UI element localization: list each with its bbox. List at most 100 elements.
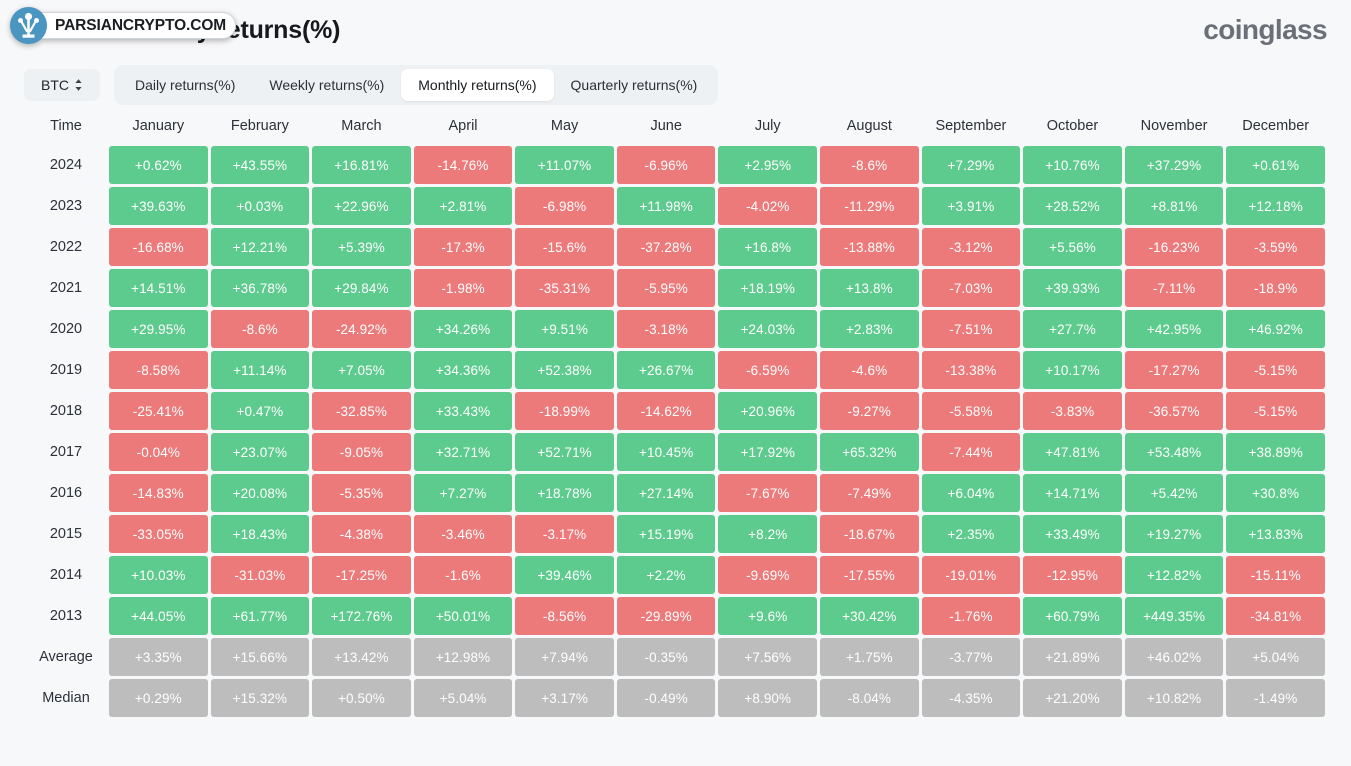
return-cell[interactable]: +5.04% [413, 679, 513, 717]
return-cell[interactable]: +27.14% [616, 474, 716, 512]
return-cell[interactable]: -7.67% [718, 474, 818, 512]
return-cell[interactable]: +12.82% [1124, 556, 1224, 594]
return-cell[interactable]: -6.59% [718, 351, 818, 389]
return-cell[interactable]: -3.59% [1226, 228, 1325, 266]
return-cell[interactable]: -32.85% [312, 392, 411, 430]
return-cell[interactable]: +2.35% [921, 515, 1021, 553]
return-cell[interactable]: +33.43% [413, 392, 513, 430]
return-cell[interactable]: +13.8% [820, 269, 919, 307]
return-cell[interactable]: -7.03% [921, 269, 1021, 307]
return-cell[interactable]: +10.45% [616, 433, 716, 471]
return-cell[interactable]: +7.05% [312, 351, 411, 389]
return-cell[interactable]: -6.98% [515, 187, 614, 225]
return-cell[interactable]: +11.14% [210, 351, 310, 389]
return-cell[interactable]: -14.83% [109, 474, 208, 512]
return-cell[interactable]: +6.04% [921, 474, 1021, 512]
return-cell[interactable]: -17.27% [1124, 351, 1224, 389]
return-cell[interactable]: -9.27% [820, 392, 919, 430]
return-cell[interactable]: -29.89% [616, 597, 716, 635]
return-cell[interactable]: +34.26% [413, 310, 513, 348]
tab-monthly-returns[interactable]: Monthly returns(%) [401, 69, 554, 101]
return-cell[interactable]: -14.76% [413, 146, 513, 184]
return-cell[interactable]: +20.96% [718, 392, 818, 430]
return-cell[interactable]: +7.56% [718, 638, 818, 676]
return-cell[interactable]: -25.41% [109, 392, 208, 430]
return-cell[interactable]: +46.92% [1226, 310, 1325, 348]
return-cell[interactable]: +5.42% [1124, 474, 1224, 512]
return-cell[interactable]: -13.88% [820, 228, 919, 266]
return-cell[interactable]: +9.6% [718, 597, 818, 635]
return-cell[interactable]: -0.35% [616, 638, 716, 676]
return-cell[interactable]: -5.58% [921, 392, 1021, 430]
return-cell[interactable]: +22.96% [312, 187, 411, 225]
return-cell[interactable]: -3.83% [1023, 392, 1122, 430]
return-cell[interactable]: +18.78% [515, 474, 614, 512]
return-cell[interactable]: +17.92% [718, 433, 818, 471]
return-cell[interactable]: +42.95% [1124, 310, 1224, 348]
return-cell[interactable]: +19.27% [1124, 515, 1224, 553]
tab-quarterly-returns[interactable]: Quarterly returns(%) [554, 69, 715, 101]
return-cell[interactable]: +27.7% [1023, 310, 1122, 348]
return-cell[interactable]: +16.8% [718, 228, 818, 266]
return-cell[interactable]: -18.67% [820, 515, 919, 553]
return-cell[interactable]: +47.81% [1023, 433, 1122, 471]
return-cell[interactable]: +2.2% [616, 556, 716, 594]
return-cell[interactable]: -9.05% [312, 433, 411, 471]
return-cell[interactable]: -11.29% [820, 187, 919, 225]
return-cell[interactable]: -3.77% [921, 638, 1021, 676]
return-cell[interactable]: -3.17% [515, 515, 614, 553]
return-cell[interactable]: +23.07% [210, 433, 310, 471]
return-cell[interactable]: -35.31% [515, 269, 614, 307]
return-cell[interactable]: -7.44% [921, 433, 1021, 471]
return-cell[interactable]: -1.76% [921, 597, 1021, 635]
return-cell[interactable]: +0.03% [210, 187, 310, 225]
return-cell[interactable]: +172.76% [312, 597, 411, 635]
return-cell[interactable]: +2.83% [820, 310, 919, 348]
return-cell[interactable]: +0.50% [312, 679, 411, 717]
return-cell[interactable]: +12.98% [413, 638, 513, 676]
return-cell[interactable]: +21.89% [1023, 638, 1122, 676]
return-cell[interactable]: +0.29% [109, 679, 208, 717]
return-cell[interactable]: -16.68% [109, 228, 208, 266]
return-cell[interactable]: +7.94% [515, 638, 614, 676]
return-cell[interactable]: -4.35% [921, 679, 1021, 717]
return-cell[interactable]: +3.91% [921, 187, 1021, 225]
return-cell[interactable]: +5.04% [1226, 638, 1325, 676]
return-cell[interactable]: +20.08% [210, 474, 310, 512]
return-cell[interactable]: -17.25% [312, 556, 411, 594]
return-cell[interactable]: +7.29% [921, 146, 1021, 184]
return-cell[interactable]: +12.18% [1226, 187, 1325, 225]
return-cell[interactable]: +449.35% [1124, 597, 1224, 635]
return-cell[interactable]: -18.99% [515, 392, 614, 430]
return-cell[interactable]: +46.02% [1124, 638, 1224, 676]
return-cell[interactable]: -36.57% [1124, 392, 1224, 430]
return-cell[interactable]: +29.84% [312, 269, 411, 307]
return-cell[interactable]: +39.46% [515, 556, 614, 594]
return-cell[interactable]: +10.76% [1023, 146, 1122, 184]
return-cell[interactable]: -1.49% [1226, 679, 1325, 717]
return-cell[interactable]: +15.32% [210, 679, 310, 717]
return-cell[interactable]: +61.77% [210, 597, 310, 635]
return-cell[interactable]: -19.01% [921, 556, 1021, 594]
return-cell[interactable]: -1.98% [413, 269, 513, 307]
return-cell[interactable]: -0.04% [109, 433, 208, 471]
return-cell[interactable]: +10.82% [1124, 679, 1224, 717]
return-cell[interactable]: -8.6% [820, 146, 919, 184]
return-cell[interactable]: +9.51% [515, 310, 614, 348]
return-cell[interactable]: +11.07% [515, 146, 614, 184]
return-cell[interactable]: +3.35% [109, 638, 208, 676]
return-cell[interactable]: +39.63% [109, 187, 208, 225]
return-cell[interactable]: +2.95% [718, 146, 818, 184]
return-cell[interactable]: -13.38% [921, 351, 1021, 389]
return-cell[interactable]: +8.90% [718, 679, 818, 717]
return-cell[interactable]: +14.71% [1023, 474, 1122, 512]
return-cell[interactable]: +3.17% [515, 679, 614, 717]
return-cell[interactable]: +2.81% [413, 187, 513, 225]
return-cell[interactable]: +8.2% [718, 515, 818, 553]
return-cell[interactable]: +29.95% [109, 310, 208, 348]
return-cell[interactable]: -5.95% [616, 269, 716, 307]
return-cell[interactable]: +60.79% [1023, 597, 1122, 635]
return-cell[interactable]: -15.6% [515, 228, 614, 266]
tab-daily-returns[interactable]: Daily returns(%) [118, 69, 252, 101]
return-cell[interactable]: +24.03% [718, 310, 818, 348]
